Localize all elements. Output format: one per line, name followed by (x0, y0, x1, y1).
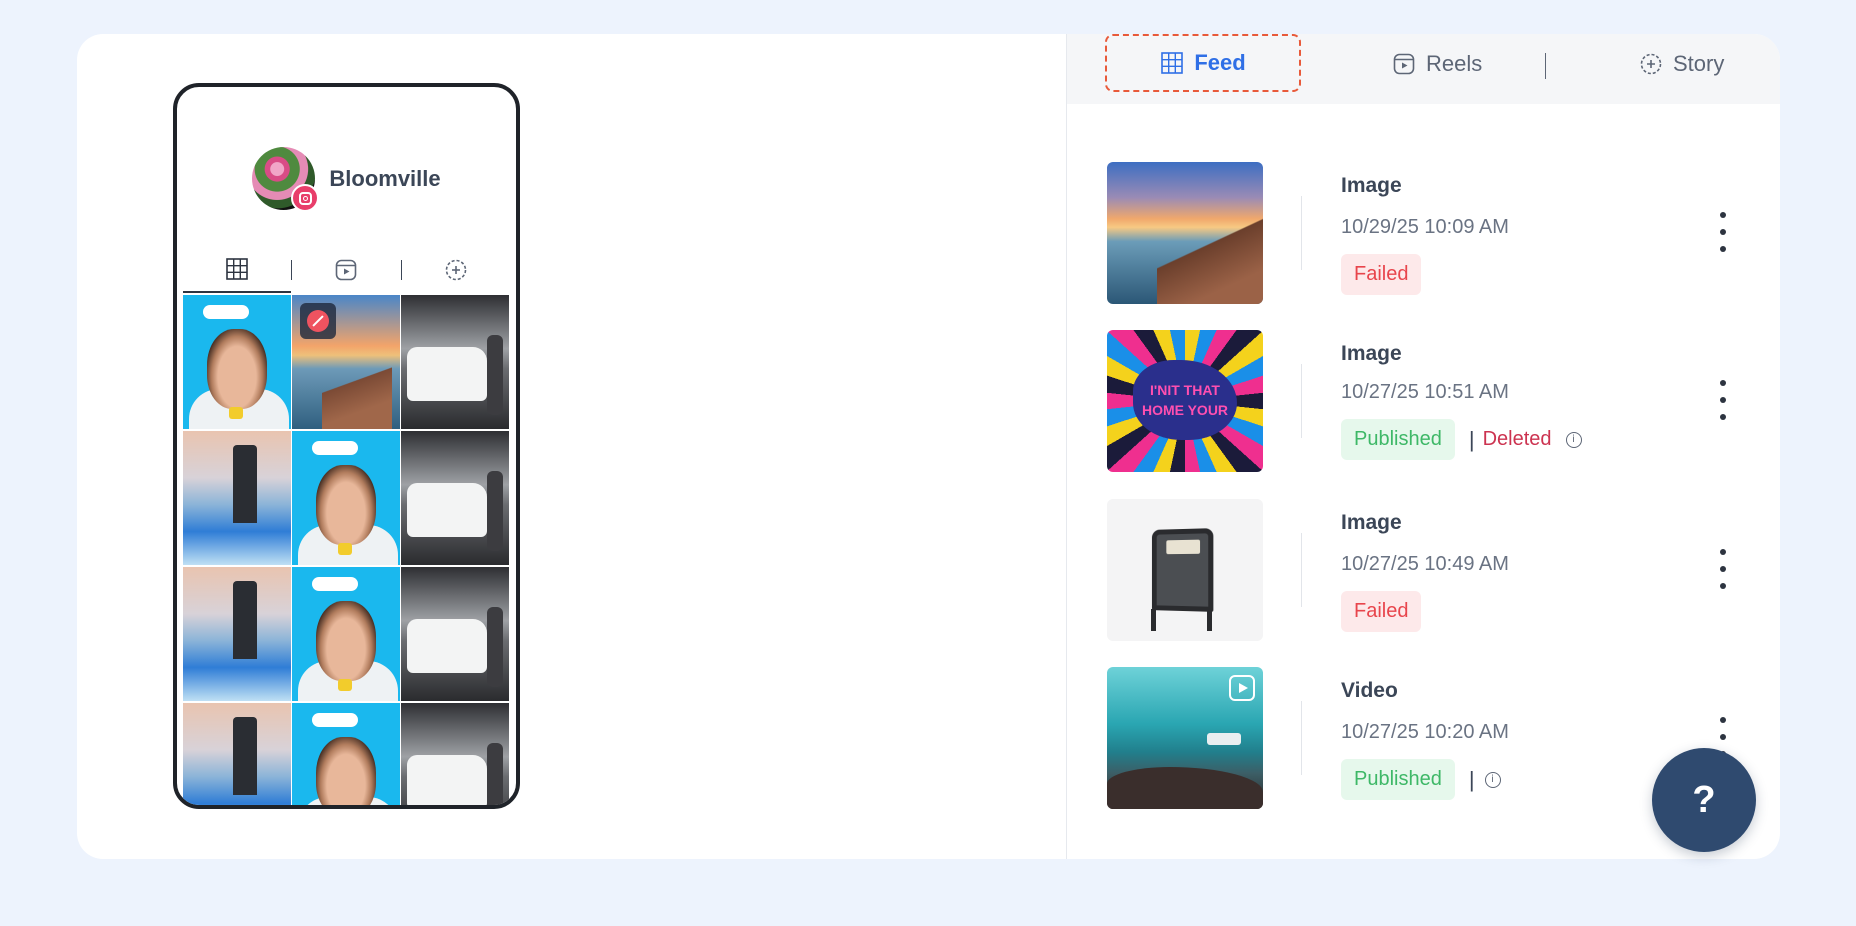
grid-post[interactable] (401, 431, 509, 565)
grid-post[interactable] (292, 567, 400, 701)
post-thumbnail[interactable] (1107, 499, 1263, 641)
tab-feed-label: Feed (1194, 50, 1246, 75)
grid-icon (226, 258, 248, 280)
grid-post[interactable] (292, 295, 400, 429)
post-time: 10/27/25 10:20 AM (1341, 721, 1509, 743)
story-icon (1640, 53, 1662, 75)
phone-tabs (183, 247, 510, 293)
instagram-icon (291, 184, 320, 212)
more-options-icon[interactable] (1713, 380, 1733, 420)
grid-post[interactable] (401, 295, 509, 429)
tab-reels-label: Reels (1426, 51, 1483, 76)
grid-post[interactable] (401, 703, 509, 805)
info-icon[interactable]: i (1484, 771, 1501, 788)
help-button[interactable]: ? (1652, 748, 1756, 852)
grid-icon (1161, 52, 1184, 74)
post-thumbnail[interactable] (1107, 667, 1263, 809)
post-time: 10/29/25 10:09 AM (1341, 216, 1509, 238)
grid-post[interactable] (183, 295, 291, 429)
status-separator: | (1468, 426, 1475, 452)
profile-header: Bloomville (177, 147, 516, 212)
status-badge: Published (1341, 419, 1455, 460)
status-badge: Failed (1341, 254, 1422, 295)
post-time: 10/27/25 10:49 AM (1341, 553, 1509, 575)
list-item[interactable]: Image 10/27/25 10:49 AM Failed (1067, 499, 1780, 644)
tab-divider (1545, 53, 1546, 79)
post-list-pane: Feed Reels Story Image 10/29/25 10:09 AM (1067, 34, 1780, 859)
list-item[interactable]: I'NIT THAT HOME YOUR Image 10/27/25 10:5… (1067, 330, 1780, 475)
story-icon (445, 259, 467, 281)
thumbnail-text: I'NIT THAT (1150, 382, 1220, 398)
reels-icon (336, 259, 357, 281)
grid-post[interactable] (292, 703, 400, 805)
post-grid (183, 295, 510, 805)
post-type: Image (1341, 174, 1402, 197)
post-time: 10/27/25 10:51 AM (1341, 381, 1509, 403)
preview-pane: Bloomville (77, 34, 1067, 859)
tab-feed[interactable]: Feed (1105, 34, 1301, 92)
post-type: Image (1341, 342, 1402, 365)
more-options-icon[interactable] (1713, 212, 1733, 252)
status-badge: Failed (1341, 591, 1422, 632)
grid-post[interactable] (292, 431, 400, 565)
more-options-icon[interactable] (1713, 549, 1733, 589)
list-item[interactable]: Image 10/29/25 10:09 AM Failed (1067, 162, 1780, 307)
tab-reels[interactable]: Reels (1392, 34, 1482, 94)
thumbnail-text: HOME YOUR (1141, 402, 1229, 418)
reels-icon (1393, 53, 1415, 75)
content-tabs: Feed Reels Story (1067, 34, 1780, 104)
post-type: Image (1341, 511, 1402, 534)
status-badge: Published (1341, 759, 1455, 800)
tab-story[interactable]: Story (1639, 34, 1724, 94)
grid-post[interactable] (183, 567, 291, 701)
tab-story-label: Story (1673, 51, 1725, 76)
deleted-label: Deleted (1482, 428, 1552, 450)
profile-name: Bloomville (329, 165, 441, 191)
post-thumbnail[interactable] (1107, 162, 1263, 304)
phone-tab-reels[interactable] (292, 247, 400, 293)
status-separator: | (1468, 766, 1475, 792)
reels-icon (1229, 675, 1255, 701)
post-type: Video (1341, 679, 1398, 702)
grid-post[interactable] (183, 431, 291, 565)
avatar (252, 147, 320, 212)
post-thumbnail[interactable]: I'NIT THAT HOME YOUR (1107, 330, 1263, 472)
grid-post[interactable] (183, 703, 291, 805)
phone-tab-story[interactable] (402, 247, 510, 293)
main-card: Bloomville Feed Reels Story Image 10/29/… (77, 34, 1780, 859)
blocked-icon (300, 303, 336, 339)
grid-post[interactable] (401, 567, 509, 701)
info-icon[interactable]: i (1565, 431, 1582, 448)
phone-tab-grid[interactable] (183, 247, 292, 293)
phone-preview: Bloomville (173, 83, 520, 809)
